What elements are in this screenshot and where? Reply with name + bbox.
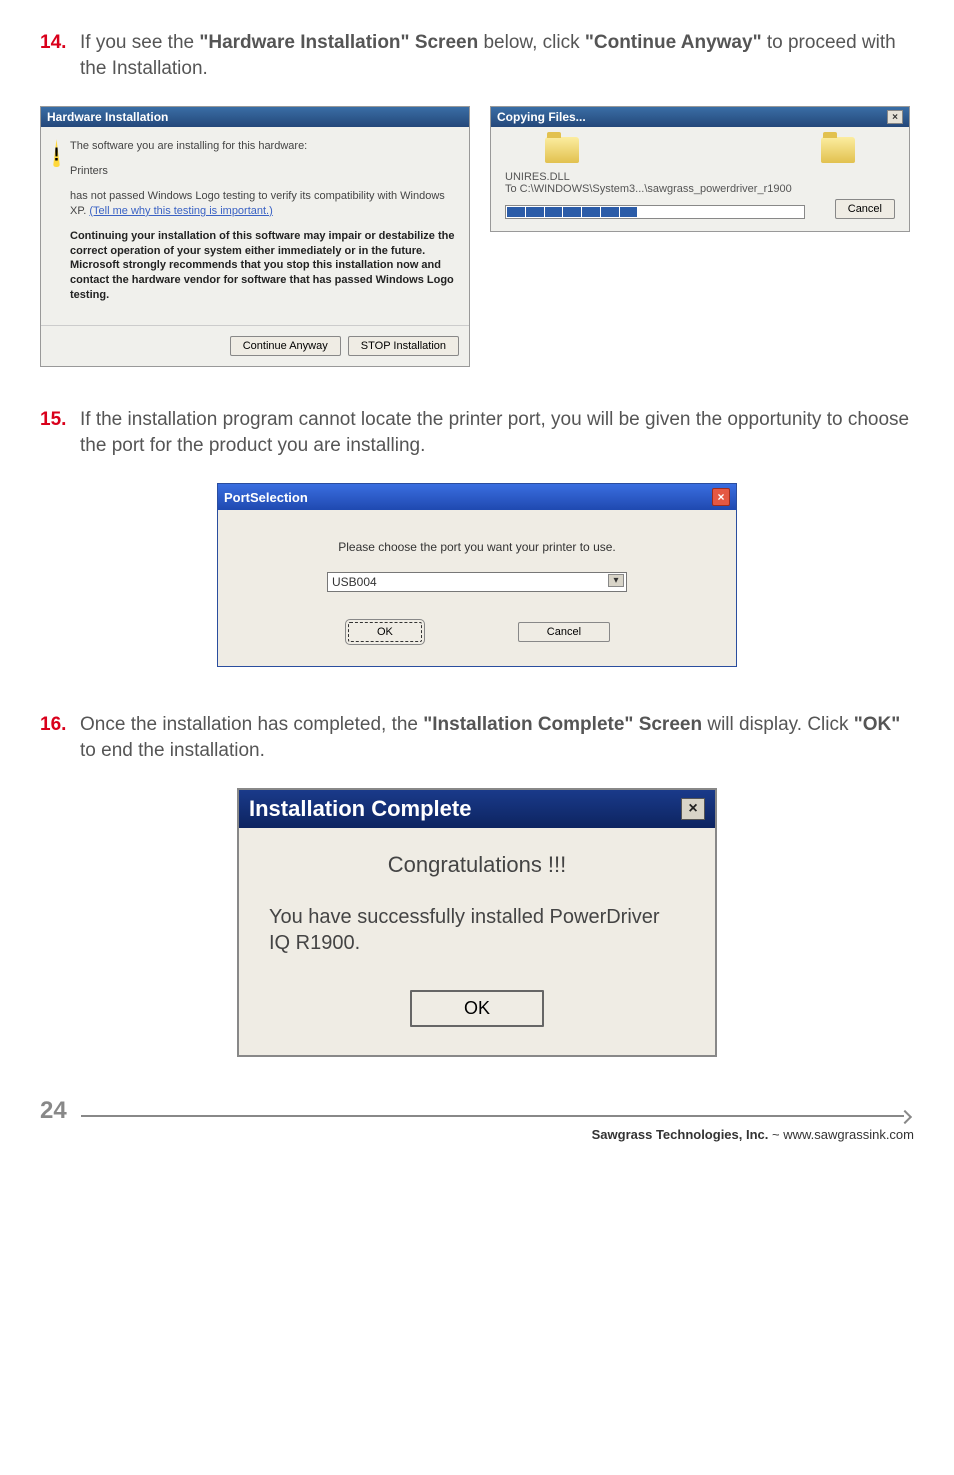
step-14-number: 14. [40, 30, 66, 56]
installation-complete-ok-button[interactable]: OK [410, 990, 544, 1027]
close-icon[interactable]: × [712, 488, 730, 506]
hardware-installation-titlebar: Hardware Installation [41, 107, 469, 127]
installation-complete-titlebar: Installation Complete × [239, 790, 715, 828]
port-selected-value: USB004 [332, 575, 377, 589]
folder-dest-icon [821, 137, 855, 163]
hardware-installation-dialog: Hardware Installation The software you a… [40, 106, 470, 367]
installation-complete-message: You have successfully installed PowerDri… [269, 904, 685, 956]
step-16: 16. Once the installation has completed,… [40, 712, 914, 763]
page-number: 24 [40, 1097, 67, 1125]
copy-progress-bar [505, 205, 805, 219]
port-selection-title: PortSelection [224, 490, 308, 505]
hardware-installation-title: Hardware Installation [47, 110, 168, 124]
port-select-dropdown[interactable]: USB004 [327, 572, 627, 592]
copying-files-dialog: Copying Files... × UNIRES.DLL To C:\WIND… [490, 106, 910, 232]
footer-credits: Sawgrass Technologies, Inc. ~ www.sawgra… [40, 1127, 914, 1142]
step-16-number: 16. [40, 712, 66, 738]
port-cancel-button[interactable]: Cancel [518, 622, 610, 642]
step-16-text: 16. Once the installation has completed,… [80, 712, 914, 763]
port-selection-titlebar: PortSelection × [218, 484, 736, 510]
step-15: 15. If the installation program cannot l… [40, 407, 914, 458]
step-15-number: 15. [40, 407, 66, 433]
continue-anyway-button[interactable]: Continue Anyway [230, 336, 341, 356]
warning-icon [53, 139, 60, 167]
port-selection-dialog: PortSelection × Please choose the port y… [217, 483, 737, 667]
logo-testing-link[interactable]: (Tell me why this testing is important.) [89, 205, 272, 217]
copying-destination: To C:\WINDOWS\System3...\sawgrass_powerd… [505, 183, 895, 195]
installation-complete-dialog: Installation Complete × Congratulations … [237, 788, 717, 1057]
copying-file-name: UNIRES.DLL [505, 171, 895, 183]
hardware-installation-body: The software you are installing for this… [70, 139, 457, 313]
copying-files-titlebar: Copying Files... × [491, 107, 909, 127]
close-icon[interactable]: × [887, 110, 903, 124]
port-selection-prompt: Please choose the port you want your pri… [268, 540, 686, 554]
port-ok-button[interactable]: OK [348, 622, 422, 642]
page-footer: 24 [40, 1097, 914, 1125]
footer-divider [81, 1115, 904, 1117]
folder-source-icon [545, 137, 579, 163]
copy-cancel-button[interactable]: Cancel [835, 199, 895, 219]
copying-files-title: Copying Files... [497, 110, 586, 124]
stop-installation-button[interactable]: STOP Installation [348, 336, 459, 356]
close-icon[interactable]: × [681, 798, 705, 820]
step-14-text: 14. If you see the "Hardware Installatio… [80, 30, 914, 81]
step-15-text: 15. If the installation program cannot l… [80, 407, 914, 458]
step-14: 14. If you see the "Hardware Installatio… [40, 30, 914, 81]
step-14-screenshots: Hardware Installation The software you a… [40, 106, 914, 367]
installation-complete-title: Installation Complete [249, 796, 471, 822]
congratulations-text: Congratulations !!! [269, 852, 685, 878]
